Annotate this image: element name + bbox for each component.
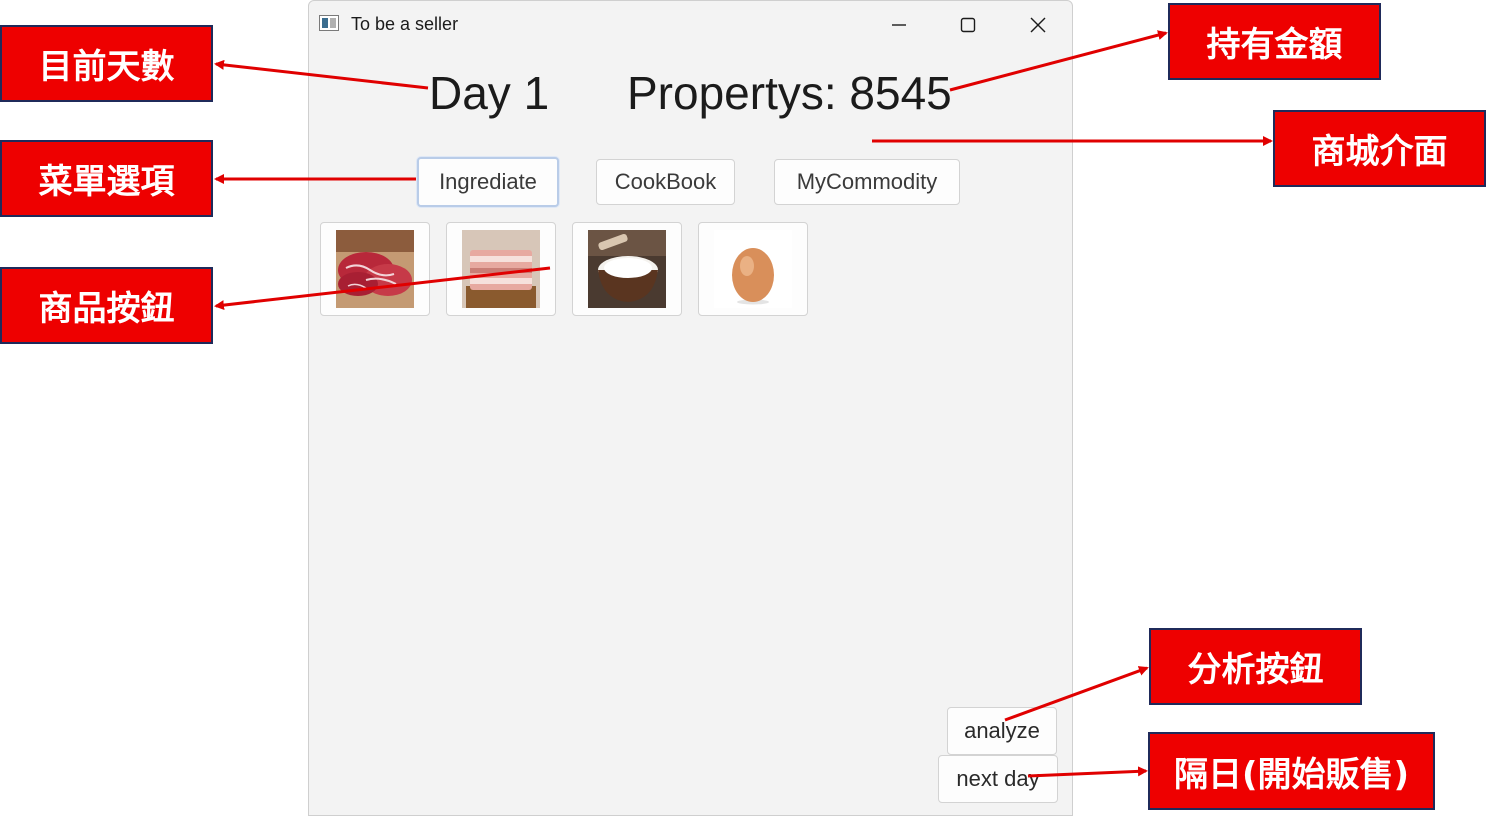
tab-cookbook[interactable]: CookBook <box>596 159 735 205</box>
property-amount: Propertys: 8545 <box>627 67 952 119</box>
item-button-flour[interactable] <box>572 222 682 316</box>
callout-menu-options: 菜單選項 <box>0 140 213 217</box>
app-icon <box>319 15 339 31</box>
flour-icon <box>588 230 666 308</box>
egg-icon <box>714 230 792 308</box>
callout-current-day: 目前天數 <box>0 25 213 102</box>
beef-icon <box>336 230 414 308</box>
app-window: To be a seller Day 1 Propertys: 8545 Ing… <box>308 0 1073 816</box>
callout-money-held: 持有金額 <box>1168 3 1381 80</box>
window-title: To be a seller <box>351 14 459 34</box>
callout-item-buttons: 商品按鈕 <box>0 267 213 344</box>
callout-analyze-button: 分析按鈕 <box>1149 628 1362 705</box>
next-day-button[interactable]: next day <box>938 755 1058 803</box>
pork-belly-icon <box>462 230 540 308</box>
title-bar[interactable]: To be a seller <box>309 1 1072 49</box>
item-button-beef[interactable] <box>320 222 430 316</box>
tab-mycommodity[interactable]: MyCommodity <box>774 159 960 205</box>
callout-next-day: 隔日(開始販售) <box>1148 732 1435 810</box>
item-button-pork-belly[interactable] <box>446 222 556 316</box>
tab-ingrediate[interactable]: Ingrediate <box>417 157 559 207</box>
analyze-button[interactable]: analyze <box>947 707 1057 755</box>
close-icon[interactable] <box>1020 9 1056 41</box>
maximize-icon[interactable] <box>950 9 986 41</box>
item-button-egg[interactable] <box>698 222 808 316</box>
callout-shop-interface: 商城介面 <box>1273 110 1486 187</box>
day-counter: Day 1 <box>429 67 550 119</box>
minimize-icon[interactable] <box>881 9 917 41</box>
